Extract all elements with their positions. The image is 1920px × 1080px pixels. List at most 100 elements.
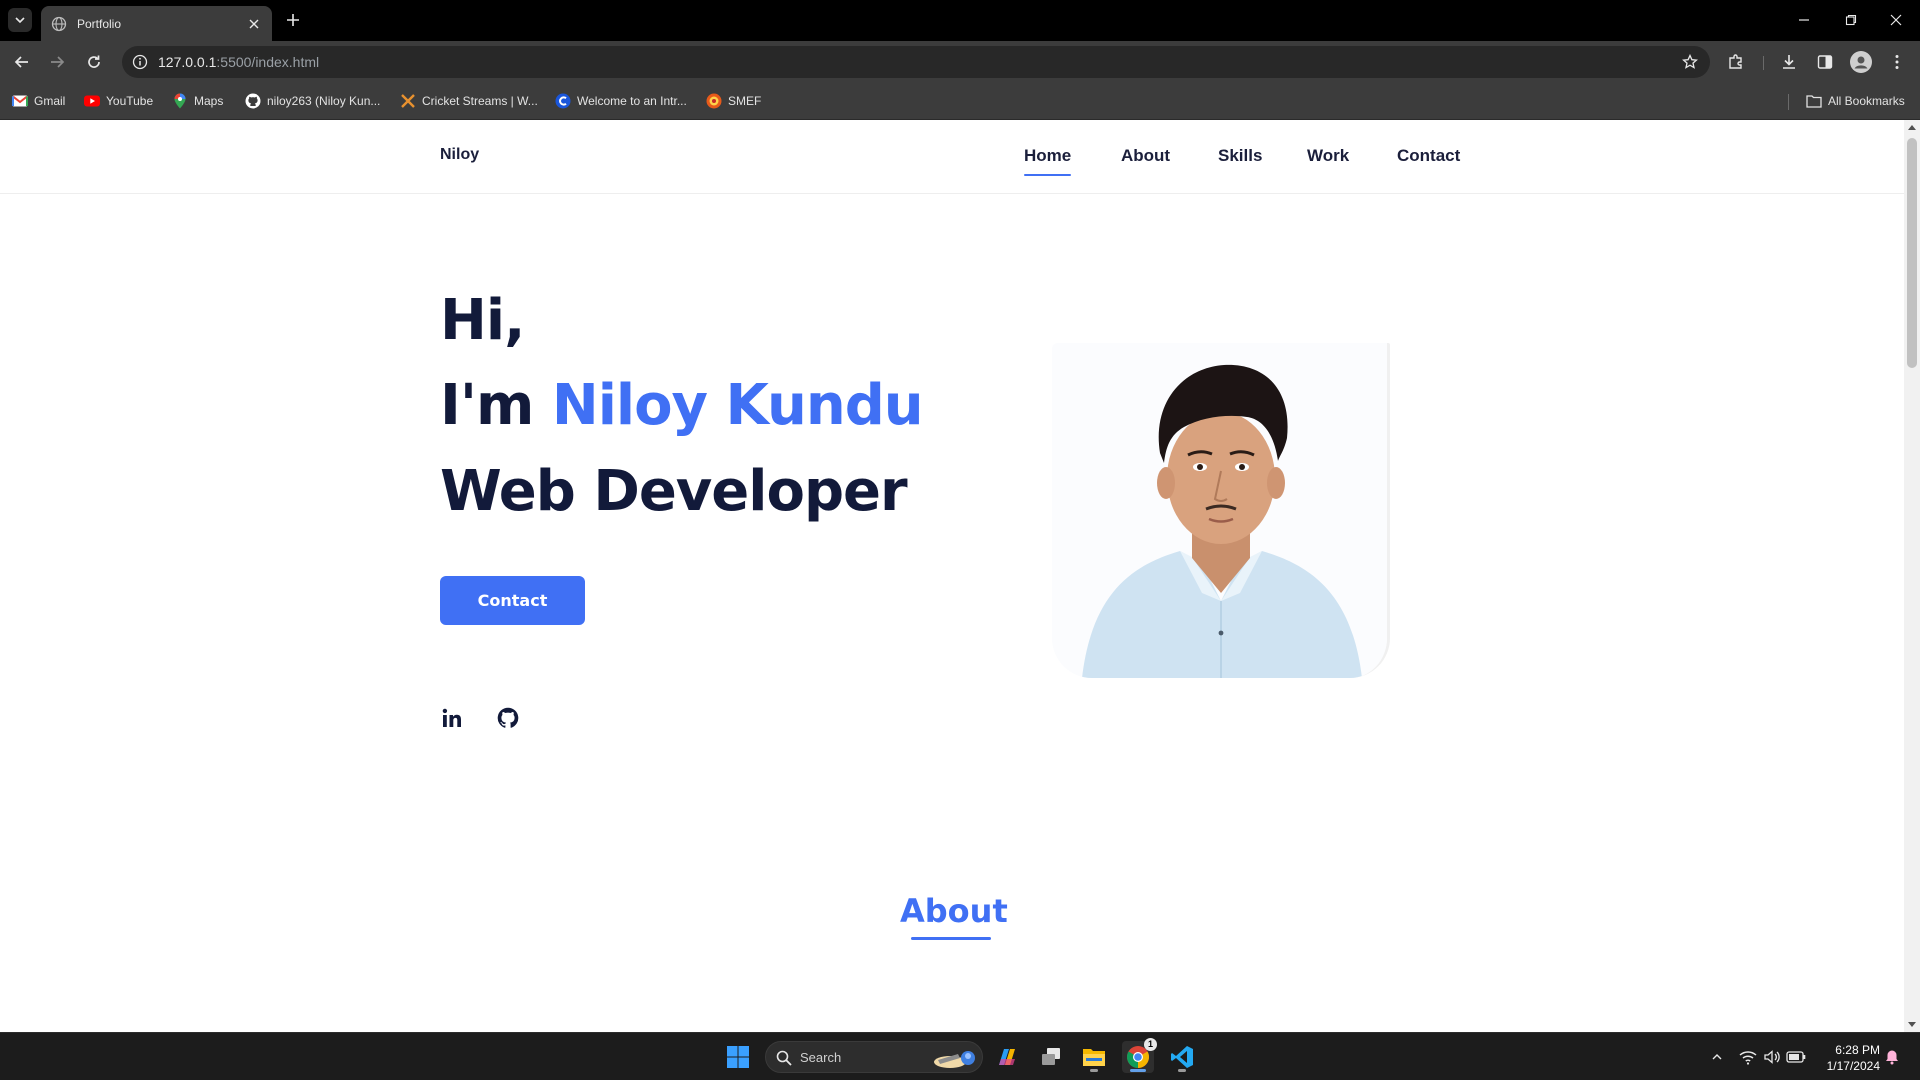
search-icon xyxy=(776,1050,792,1066)
back-button[interactable] xyxy=(10,50,34,74)
close-window-button[interactable] xyxy=(1882,8,1910,32)
clock-time: 6:28 PM xyxy=(1835,1043,1880,1057)
nav-work[interactable]: Work xyxy=(1307,146,1349,166)
start-button[interactable] xyxy=(722,1041,754,1073)
running-indicator xyxy=(1178,1069,1186,1072)
hero-role: Web Developer xyxy=(440,459,908,524)
system-clock[interactable]: 6:28 PM 1/17/2024 xyxy=(1818,1042,1880,1074)
chevron-down-icon xyxy=(15,17,25,24)
avatar-icon xyxy=(1851,52,1871,72)
browser-tab-strip: Portfolio xyxy=(0,0,1920,41)
taskbar-chrome[interactable]: 1 xyxy=(1122,1038,1157,1073)
star-icon xyxy=(1682,54,1698,69)
taskbar-task-view[interactable] xyxy=(1035,1041,1067,1073)
wifi-icon xyxy=(1739,1051,1757,1065)
contact-button[interactable]: Contact xyxy=(440,576,585,625)
info-icon xyxy=(132,54,148,70)
arrow-left-icon xyxy=(14,56,28,68)
url-text: 127.0.0.1:5500/index.html xyxy=(158,54,319,70)
bookmark-gmail[interactable]: Gmail xyxy=(12,92,65,110)
gmail-icon xyxy=(12,95,28,107)
chrome-menu-button[interactable] xyxy=(1886,51,1908,73)
site-header: Niloy Home About Skills Work Contact xyxy=(0,120,1904,194)
tab-close-button[interactable] xyxy=(246,16,262,32)
github-link[interactable] xyxy=(496,706,520,730)
taskbar-file-explorer[interactable] xyxy=(1078,1041,1110,1073)
nav-about[interactable]: About xyxy=(1121,146,1170,166)
battery-button[interactable] xyxy=(1786,1047,1806,1067)
tab-search-button[interactable] xyxy=(8,8,32,32)
forward-button[interactable] xyxy=(45,50,69,74)
side-panel-button[interactable] xyxy=(1814,51,1836,73)
volume-button[interactable] xyxy=(1762,1047,1782,1067)
close-icon xyxy=(249,19,259,28)
arrow-right-icon xyxy=(51,56,65,68)
puzzle-icon xyxy=(1729,54,1742,69)
notifications-button[interactable] xyxy=(1882,1047,1902,1067)
bookmark-label: Maps xyxy=(194,94,224,108)
taskbar-copilot[interactable] xyxy=(991,1041,1023,1073)
address-bar[interactable]: 127.0.0.1:5500/index.html xyxy=(122,46,1710,78)
minimize-button[interactable] xyxy=(1790,8,1818,32)
person-portrait-image xyxy=(1052,343,1387,678)
nav-skills[interactable]: Skills xyxy=(1218,146,1262,166)
scroll-down-arrow-icon[interactable] xyxy=(1908,1020,1916,1028)
wifi-button[interactable] xyxy=(1738,1047,1758,1067)
download-icon xyxy=(1783,55,1795,69)
c-logo-icon xyxy=(555,93,571,109)
taskbar-search-label: Search xyxy=(800,1050,842,1065)
scroll-thumb[interactable] xyxy=(1907,138,1917,368)
profile-button[interactable] xyxy=(1850,51,1872,73)
toolbar-separator xyxy=(1763,56,1764,70)
folder-icon xyxy=(1083,1049,1105,1066)
bookmark-star-button[interactable] xyxy=(1680,52,1700,72)
restore-button[interactable] xyxy=(1837,8,1865,32)
bookmark-label: Welcome to an Intr... xyxy=(577,94,687,108)
bookmark-smef[interactable]: SMEF xyxy=(706,92,761,110)
linkedin-link[interactable] xyxy=(440,706,464,730)
speaker-icon xyxy=(1764,1050,1780,1064)
page-scrollbar[interactable] xyxy=(1904,120,1920,1032)
bookmark-youtube[interactable]: YouTube xyxy=(84,92,153,110)
bookmark-label: niloy263 (Niloy Kun... xyxy=(267,94,381,108)
github-icon xyxy=(497,707,519,728)
close-icon xyxy=(1890,14,1902,26)
github-icon xyxy=(245,93,261,109)
bookmark-welcome-intro[interactable]: Welcome to an Intr... xyxy=(555,92,687,110)
running-indicator xyxy=(1090,1069,1098,1072)
hero-intro-prefix: I'm xyxy=(440,373,552,438)
show-hidden-icons-button[interactable] xyxy=(1707,1047,1727,1067)
bookmark-github[interactable]: niloy263 (Niloy Kun... xyxy=(245,92,380,110)
battery-icon xyxy=(1786,1051,1806,1063)
all-bookmarks-label: All Bookmarks xyxy=(1828,94,1905,108)
folder-icon xyxy=(1806,95,1822,108)
bookmark-maps[interactable]: Maps xyxy=(172,92,223,110)
vscode-icon xyxy=(1171,1046,1193,1068)
extensions-button[interactable] xyxy=(1725,51,1747,73)
nav-home[interactable]: Home xyxy=(1024,146,1072,176)
profile-photo xyxy=(1052,343,1390,678)
bookmarks-separator xyxy=(1788,94,1789,110)
side-panel-icon xyxy=(1817,55,1833,69)
all-bookmarks-button[interactable]: All Bookmarks xyxy=(1806,92,1905,110)
new-tab-button[interactable] xyxy=(282,9,304,31)
tab-portfolio[interactable]: Portfolio xyxy=(41,6,272,41)
site-info-button[interactable] xyxy=(130,52,150,72)
scroll-up-arrow-icon[interactable] xyxy=(1908,124,1916,132)
copilot-icon xyxy=(999,1049,1015,1065)
search-highlight-icon xyxy=(934,1051,975,1068)
taskbar-vscode[interactable] xyxy=(1166,1041,1198,1073)
reload-icon xyxy=(88,55,100,68)
page-viewport: Niloy Home About Skills Work Contact Hi,… xyxy=(0,120,1904,1032)
taskbar-search[interactable]: Search xyxy=(765,1041,983,1073)
site-logo[interactable]: Niloy xyxy=(440,146,479,164)
bookmark-label: YouTube xyxy=(106,94,154,108)
nav-contact[interactable]: Contact xyxy=(1397,146,1460,166)
tab-title: Portfolio xyxy=(77,16,122,31)
kebab-menu-icon xyxy=(1895,55,1899,69)
url-path: :5500/index.html xyxy=(216,54,320,70)
task-view-icon xyxy=(1042,1048,1060,1065)
bookmark-cricket-streams[interactable]: Cricket Streams | W... xyxy=(400,92,538,110)
downloads-button[interactable] xyxy=(1778,51,1800,73)
reload-button[interactable] xyxy=(82,50,106,74)
